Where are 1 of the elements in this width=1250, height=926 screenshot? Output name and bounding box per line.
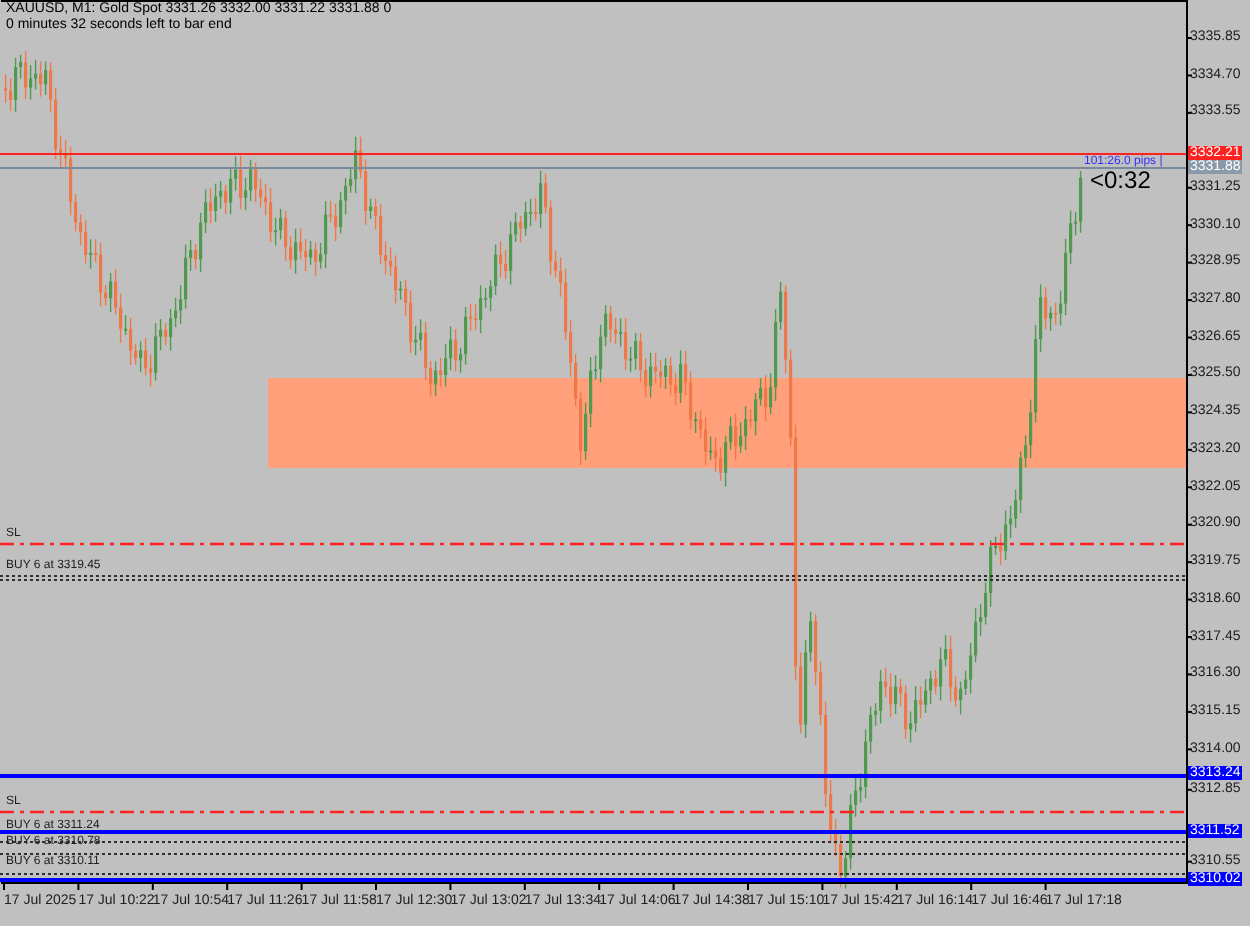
candle-countdown: <0:32: [1090, 168, 1151, 194]
